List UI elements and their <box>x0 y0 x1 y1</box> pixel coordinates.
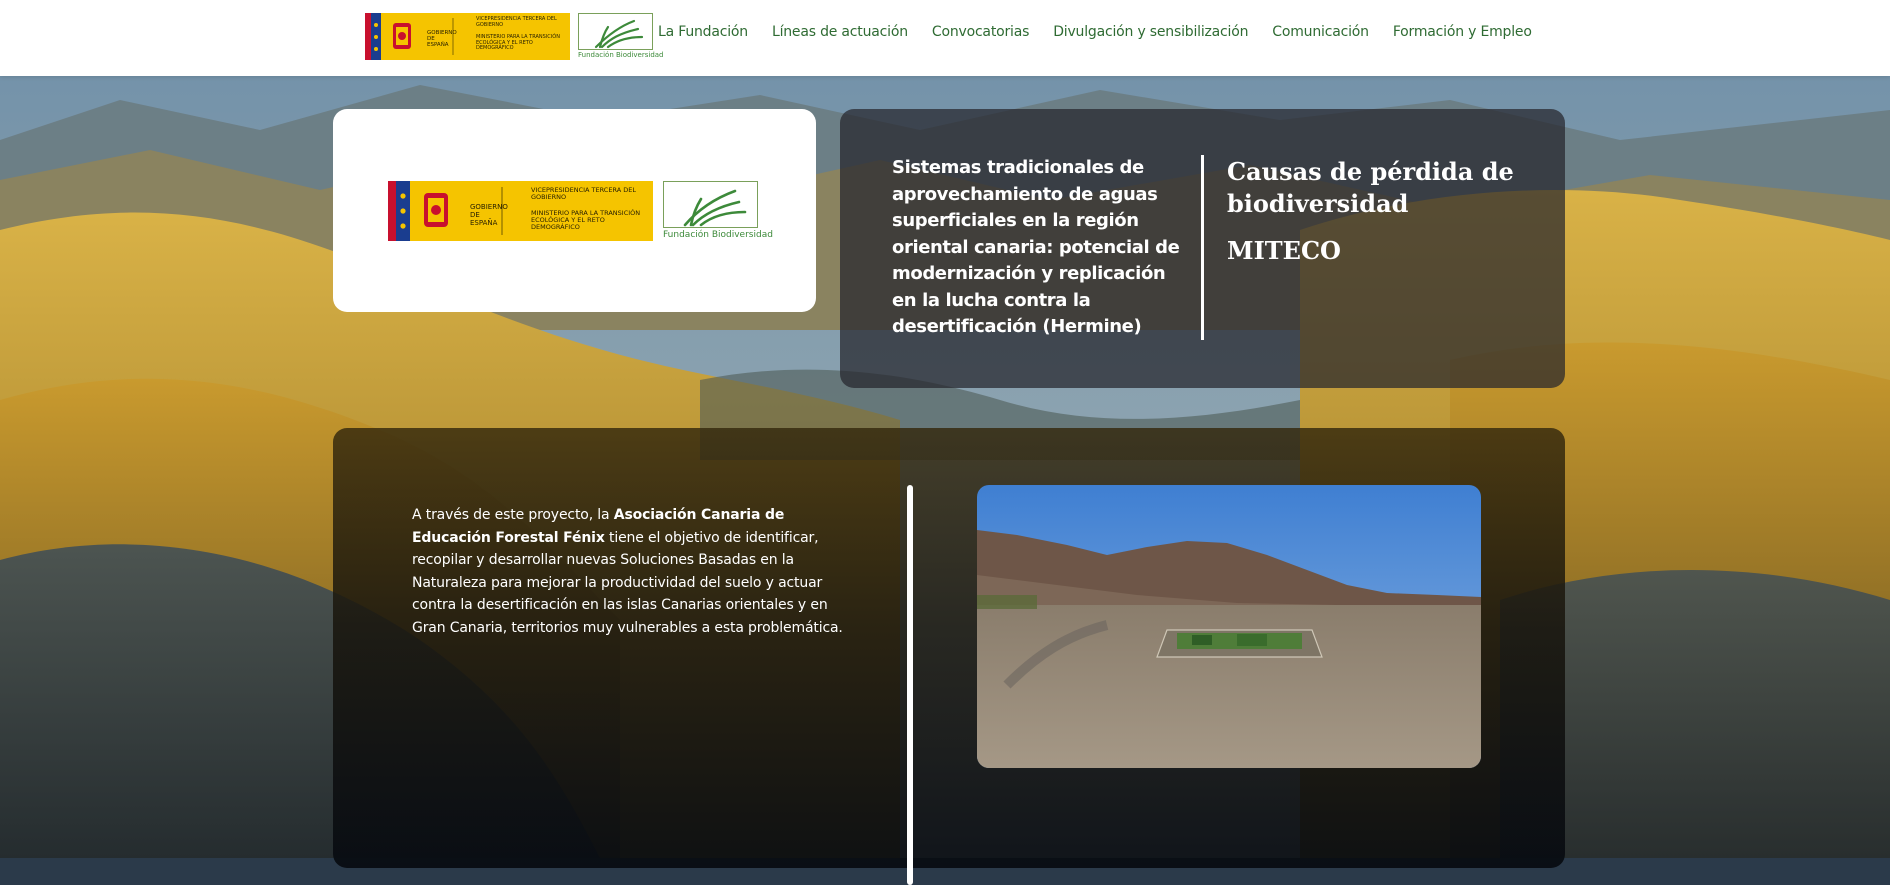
nav-item-la-fundacion[interactable]: La Fundación <box>658 24 748 40</box>
logo-vicepresidencia-text-large: VICEPRESIDENCIA TERCERA DEL GOBIERNO <box>531 186 636 201</box>
project-photo <box>977 485 1481 768</box>
gobierno-espana-logo[interactable]: GOBIERNO DE ESPAÑA VICEPRESIDENCIA TERCE… <box>365 13 570 60</box>
project-info-card: Sistemas tradicionales de aprovechamient… <box>840 109 1565 388</box>
nav-item-comunicacion[interactable]: Comunicación <box>1272 24 1369 40</box>
main-nav: La Fundación Líneas de actuación Convoca… <box>658 24 1556 40</box>
nav-item-lineas-de-actuacion[interactable]: Líneas de actuación <box>772 24 908 40</box>
project-description-card: A través de este proyecto, la Asociación… <box>333 428 1565 885</box>
logo-gobierno-text-large: GOBIERNO DE ESPAÑA <box>470 203 508 227</box>
project-category[interactable]: Causas de pérdida de biodiversidad <box>1227 156 1527 220</box>
site-header: GOBIERNO DE ESPAÑA VICEPRESIDENCIA TERCE… <box>0 0 1890 76</box>
partner-logos-card: GOBIERNO DE ESPAÑA VICEPRESIDENCIA TERCE… <box>333 109 816 312</box>
project-description: A través de este proyecto, la Asociación… <box>412 504 852 639</box>
fundacion-biodiversidad-logo-large: Fundación Biodiversidad <box>663 181 773 243</box>
spain-coat-of-arms-icon <box>393 23 411 49</box>
content-divider <box>907 485 913 885</box>
project-organization[interactable]: MITECO <box>1227 236 1341 265</box>
nav-item-convocatorias[interactable]: Convocatorias <box>932 24 1030 40</box>
project-title: Sistemas tradicionales de aprovechamient… <box>892 157 1180 337</box>
fundacion-biodiversidad-label: Fundación Biodiversidad <box>578 51 664 59</box>
description-lead: A través de este proyecto, la <box>412 507 614 523</box>
logo-vicepresidencia-text: VICEPRESIDENCIA TERCERA DEL GOBIERNO <box>476 16 557 28</box>
logo-ministerio-text: MINISTERIO PARA LA TRANSICIÓN ECOLÓGICA … <box>476 34 560 51</box>
vertical-divider <box>1201 155 1204 340</box>
gobierno-espana-logo-large: GOBIERNO DE ESPAÑA VICEPRESIDENCIA TERCE… <box>388 181 653 241</box>
nav-item-divulgacion[interactable]: Divulgación y sensibilización <box>1053 24 1248 40</box>
logo-ministerio-text-large: MINISTERIO PARA LA TRANSICIÓN ECOLÓGICA … <box>531 209 641 231</box>
fundacion-biodiversidad-label-large: Fundación Biodiversidad <box>663 230 773 240</box>
nav-item-formacion-y-empleo[interactable]: Formación y Empleo <box>1393 24 1532 40</box>
logo-gobierno-text: GOBIERNO DE ESPAÑA <box>427 30 457 48</box>
fundacion-biodiversidad-logo[interactable]: Fundación Biodiversidad <box>578 13 664 62</box>
spain-coat-of-arms-icon <box>424 193 448 227</box>
